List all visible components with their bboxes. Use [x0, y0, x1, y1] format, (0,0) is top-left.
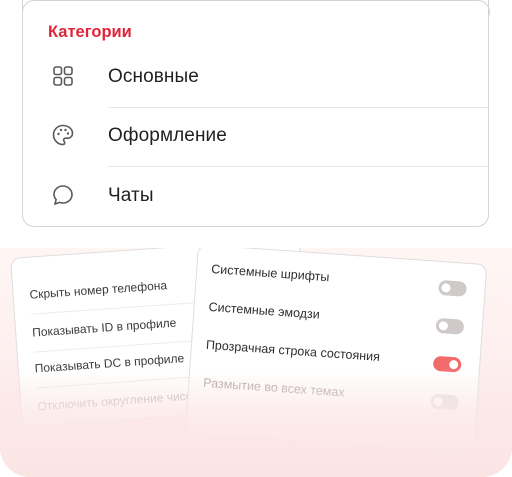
toggle-switch[interactable] — [430, 393, 460, 411]
category-item-appearance[interactable]: Оформление — [23, 107, 488, 167]
preview-item: Скрыть номер телефона — [29, 278, 168, 302]
preview-item: Показывать ID в профиле — [31, 315, 177, 340]
preview-item: Прозрачная строка состояния — [205, 337, 381, 364]
preview-item: Системные эмодзи — [208, 299, 321, 322]
toggle-switch[interactable] — [435, 317, 465, 335]
categories-title: Категории — [48, 23, 132, 41]
chat-bubble-icon — [51, 183, 75, 207]
category-item-chats[interactable]: Чаты — [23, 167, 488, 227]
grid-icon — [51, 64, 75, 88]
preview-item: Размытие во всех темах — [202, 375, 346, 400]
category-label: Основные — [108, 66, 199, 87]
preview-item: Системные шрифты — [210, 262, 330, 285]
toggle-switch[interactable] — [438, 279, 468, 297]
settings-preview-area: Скрыть номер телефона Показывать ID в пр… — [0, 248, 512, 477]
preview-item: Показывать DC в профиле — [34, 351, 185, 376]
category-label: Чаты — [108, 185, 154, 206]
toggle-switch[interactable] — [432, 355, 462, 373]
preview-card-appearance: Системные шрифты Системные эмодзи Прозра… — [184, 248, 488, 454]
category-item-general[interactable]: Основные — [23, 48, 488, 108]
categories-card: Категории Основные Оформление Чаты — [21, 0, 490, 227]
palette-icon — [51, 123, 75, 147]
preview-item: Отключить округление чисел — [36, 388, 200, 414]
category-label: Оформление — [108, 125, 227, 146]
